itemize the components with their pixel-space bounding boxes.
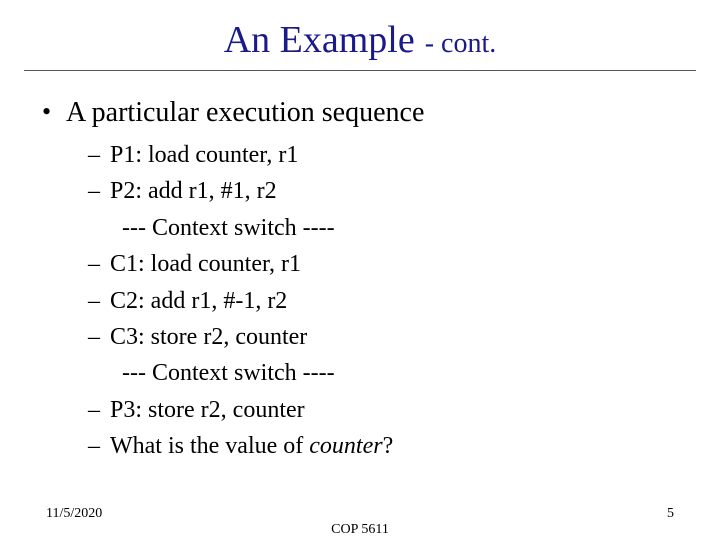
bullet-main: A particular execution sequence (40, 97, 680, 129)
footer-date: 11/5/2020 (46, 506, 102, 522)
list-item: --- Context switch ---- (88, 212, 680, 244)
list-item-question: What is the value of counter? (88, 430, 680, 462)
footer-page: 5 (667, 506, 674, 522)
title-block: An Example - cont. (0, 0, 720, 62)
question-suffix: ? (383, 433, 394, 459)
list-item: P3: store r2, counter (88, 394, 680, 426)
slide-title: An Example (224, 19, 415, 61)
list-item: --- Context switch ---- (88, 357, 680, 389)
slide: An Example - cont. A particular executio… (0, 0, 720, 540)
list-item: P1: load counter, r1 (88, 139, 680, 171)
list-item: C1: load counter, r1 (88, 248, 680, 280)
list-item: C2: add r1, #-1, r2 (88, 285, 680, 317)
content-area: A particular execution sequence P1: load… (0, 71, 720, 463)
list-item: P2: add r1, #1, r2 (88, 175, 680, 207)
slide-subtitle: - cont. (425, 28, 497, 59)
list-item: C3: store r2, counter (88, 321, 680, 353)
question-prefix: What is the value of (110, 433, 309, 459)
footer-course: COP 5611 (0, 522, 720, 538)
question-var: counter (309, 433, 382, 459)
